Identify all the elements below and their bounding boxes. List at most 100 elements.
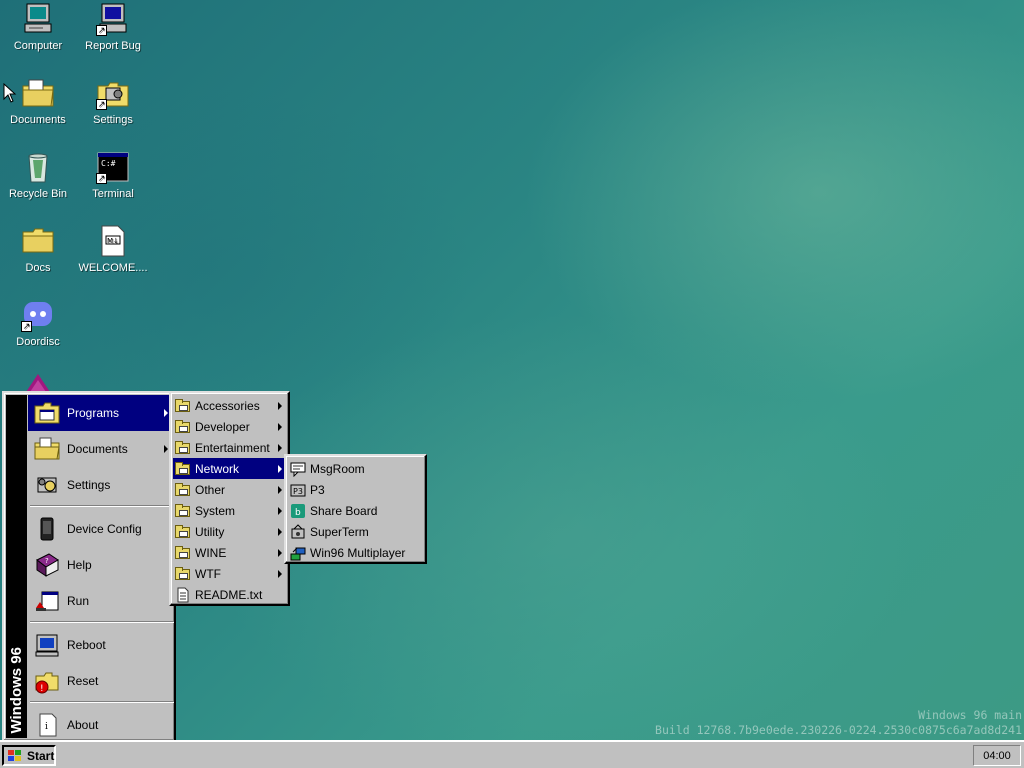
svg-text:C:#: C:# bbox=[101, 159, 116, 168]
desktop-icon-settings[interactable]: ↗ Settings bbox=[75, 76, 151, 126]
programs-item-label: Other bbox=[195, 482, 226, 497]
desktop-icon-label: Recycle Bin bbox=[8, 188, 68, 200]
start-menu: Windows 96 Programs Documents Settings D… bbox=[2, 391, 176, 742]
superterm-icon bbox=[290, 523, 306, 540]
watermark-line-2: Build 12768.7b9e0ede.230226-0224.2530c08… bbox=[655, 723, 1022, 737]
windows-logo-icon bbox=[7, 749, 23, 763]
programs-item-entertainment[interactable]: Entertainment bbox=[173, 437, 286, 458]
documents-folder-icon bbox=[21, 76, 55, 110]
report-bug-icon: ↗ bbox=[96, 2, 130, 36]
about-icon: i bbox=[34, 712, 60, 738]
start-item-documents[interactable]: Documents bbox=[28, 431, 174, 467]
desktop-icon-label: Doordisc bbox=[16, 336, 60, 348]
program-group-folder-icon bbox=[175, 503, 191, 519]
desktop-icon-report-bug[interactable]: ↗ Report Bug bbox=[75, 2, 151, 52]
start-item-label: Programs bbox=[67, 406, 120, 420]
programs-item-readme[interactable]: README.txt bbox=[173, 584, 286, 605]
start-item-label: Run bbox=[67, 594, 90, 608]
sidebar-brand-text: Windows 96 bbox=[8, 647, 25, 734]
submenu-arrow-icon bbox=[164, 445, 168, 453]
desktop-icon-label: Docs bbox=[25, 262, 51, 274]
start-item-device-config[interactable]: Device Config bbox=[28, 511, 174, 547]
desktop-icon-recycle-bin[interactable]: Recycle Bin bbox=[0, 150, 76, 200]
start-button[interactable]: Start bbox=[2, 745, 56, 766]
share-board-icon: b bbox=[290, 503, 306, 519]
submenu-arrow-icon bbox=[278, 506, 282, 515]
partial-desktop-icon bbox=[22, 372, 54, 392]
run-icon bbox=[34, 588, 60, 614]
programs-item-network[interactable]: Network bbox=[173, 458, 286, 479]
desktop-icon-label: WELCOME.... bbox=[78, 262, 148, 274]
svg-text:?: ? bbox=[45, 557, 49, 565]
programs-item-label: Network bbox=[195, 461, 240, 476]
programs-item-label: System bbox=[195, 503, 236, 518]
programs-item-other[interactable]: Other bbox=[173, 479, 286, 500]
terminal-icon: C:# ↗ bbox=[96, 150, 130, 184]
programs-item-system[interactable]: System bbox=[173, 500, 286, 521]
programs-item-utility[interactable]: Utility bbox=[173, 521, 286, 542]
network-item-label: Share Board bbox=[310, 503, 378, 518]
submenu-arrow-icon bbox=[278, 443, 282, 452]
computer-icon bbox=[21, 2, 55, 36]
start-button-label: Start bbox=[27, 748, 55, 763]
desktop-icon-welcome[interactable]: M↓ WELCOME.... bbox=[75, 224, 151, 274]
settings-icon bbox=[34, 472, 60, 498]
submenu-arrow-icon bbox=[278, 464, 282, 473]
start-item-label: Documents bbox=[67, 442, 128, 456]
network-item-msgroom[interactable]: MsgRoom bbox=[288, 458, 423, 479]
documents-icon bbox=[34, 436, 60, 462]
programs-item-label: Utility bbox=[195, 524, 225, 539]
programs-item-developer[interactable]: Developer bbox=[173, 416, 286, 437]
start-item-label: Help bbox=[67, 558, 92, 572]
network-item-label: SuperTerm bbox=[310, 524, 369, 539]
network-item-p3[interactable]: P3 P3 bbox=[288, 479, 423, 500]
build-watermark: Windows 96 main Build 12768.7b9e0ede.230… bbox=[655, 708, 1022, 738]
desktop-icon-docs[interactable]: Docs bbox=[0, 224, 76, 274]
start-menu-sidebar: Windows 96 bbox=[6, 395, 27, 738]
programs-item-label: Developer bbox=[195, 419, 250, 434]
start-item-programs[interactable]: Programs bbox=[28, 395, 174, 431]
start-item-label: Reboot bbox=[67, 638, 106, 652]
menu-separator bbox=[30, 701, 174, 703]
desktop-icon-label: Terminal bbox=[92, 188, 134, 200]
taskbar-clock: 04:00 bbox=[973, 745, 1021, 766]
start-item-reboot[interactable]: Reboot bbox=[28, 627, 174, 663]
programs-item-accessories[interactable]: Accessories bbox=[173, 395, 286, 416]
desktop-icon-doordisc[interactable]: ↗ Doordisc bbox=[0, 298, 76, 348]
program-group-folder-icon bbox=[175, 482, 191, 498]
device-config-icon bbox=[34, 516, 60, 542]
svg-text:b: b bbox=[295, 508, 301, 518]
programs-item-label: Entertainment bbox=[195, 440, 270, 455]
program-group-folder-icon bbox=[175, 461, 191, 477]
start-item-reset[interactable]: ! Reset bbox=[28, 663, 174, 699]
program-group-folder-icon bbox=[175, 524, 191, 540]
chat-icon bbox=[290, 461, 306, 477]
program-group-folder-icon bbox=[175, 398, 191, 414]
start-item-settings[interactable]: Settings bbox=[28, 467, 174, 503]
reboot-icon bbox=[34, 632, 60, 658]
svg-text:P3: P3 bbox=[293, 487, 303, 496]
start-item-label: Reset bbox=[67, 674, 99, 688]
start-item-about[interactable]: i About bbox=[28, 707, 174, 743]
doordisc-icon: ↗ bbox=[21, 298, 55, 332]
desktop-icon-computer[interactable]: Computer bbox=[0, 2, 76, 52]
start-item-help[interactable]: ? Help bbox=[28, 547, 174, 583]
program-group-folder-icon bbox=[175, 419, 191, 435]
svg-text:!: ! bbox=[40, 684, 44, 694]
settings-icon: ↗ bbox=[96, 76, 130, 110]
programs-item-wine[interactable]: WINE bbox=[173, 542, 286, 563]
network-item-superterm[interactable]: SuperTerm bbox=[288, 521, 423, 542]
desktop-icon-terminal[interactable]: C:# ↗ Terminal bbox=[75, 150, 151, 200]
start-item-run[interactable]: Run bbox=[28, 583, 174, 619]
taskbar: Start 04:00 bbox=[0, 740, 1024, 768]
submenu-arrow-icon bbox=[278, 422, 282, 431]
network-item-share-board[interactable]: b Share Board bbox=[288, 500, 423, 521]
multiplayer-icon bbox=[290, 545, 306, 561]
submenu-arrow-icon bbox=[164, 409, 168, 417]
programs-item-wtf[interactable]: WTF bbox=[173, 563, 286, 584]
programs-icon bbox=[34, 400, 60, 426]
recycle-bin-icon bbox=[21, 150, 55, 184]
programs-item-label: WINE bbox=[195, 545, 227, 560]
network-item-win96-multiplayer[interactable]: Win96 Multiplayer bbox=[288, 542, 423, 563]
network-item-label: P3 bbox=[310, 482, 325, 497]
